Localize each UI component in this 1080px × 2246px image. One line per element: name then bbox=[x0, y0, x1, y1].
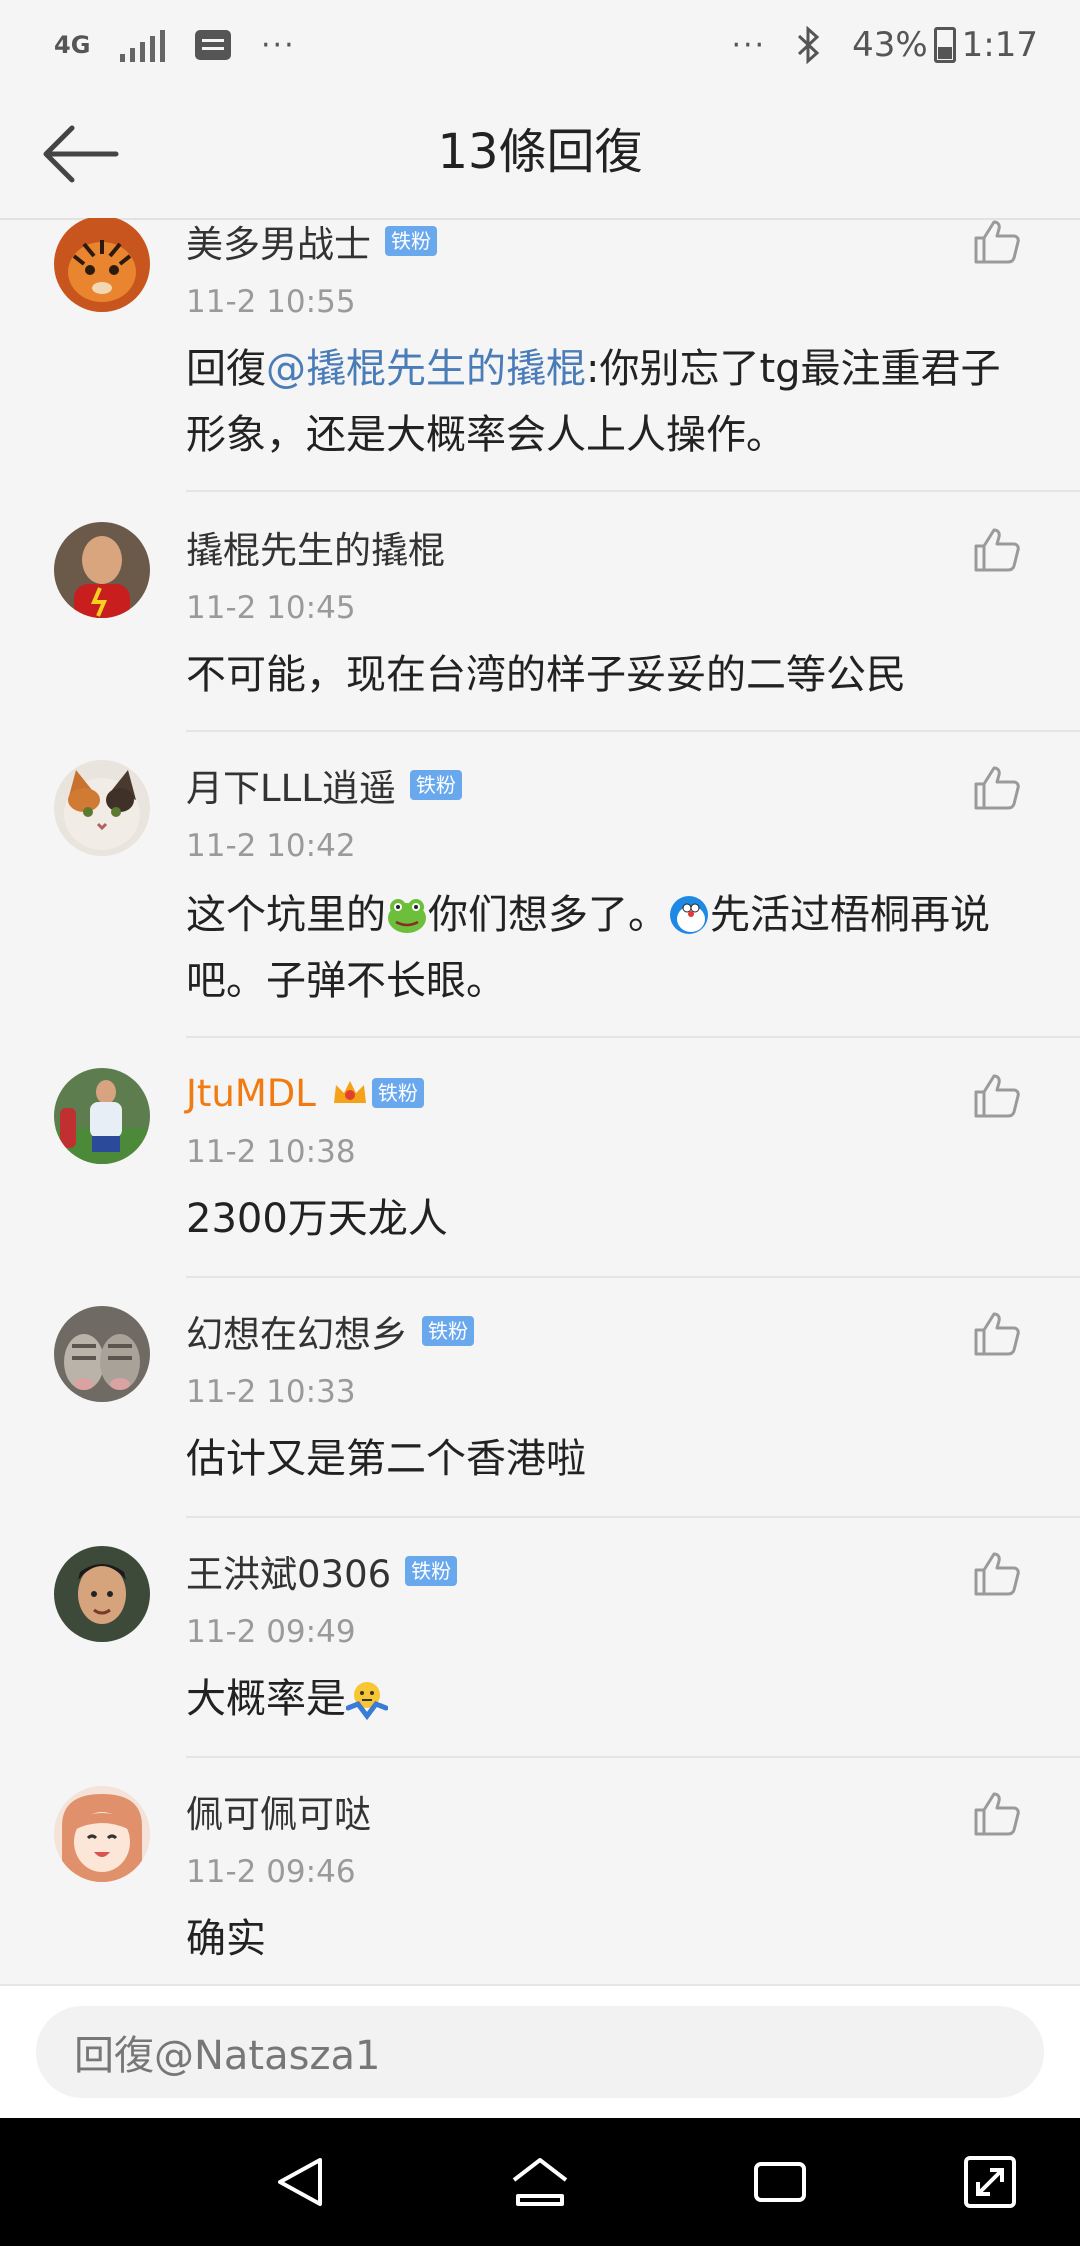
nav-home-button[interactable] bbox=[510, 2152, 570, 2212]
fan-badge: 铁粉 bbox=[422, 1316, 474, 1346]
like-button[interactable] bbox=[972, 1788, 1022, 1838]
clock: 1:17 bbox=[961, 25, 1038, 65]
status-bar: 4G ··· ··· 43% 1:17 bbox=[0, 0, 1080, 90]
username[interactable]: 佩可佩可哒 bbox=[186, 1784, 371, 1838]
comment-text: 估计又是第二个香港啦 bbox=[186, 1436, 586, 1482]
like-button[interactable] bbox=[972, 1070, 1022, 1120]
status-left: 4G ··· bbox=[54, 28, 296, 63]
fan-badge: 铁粉 bbox=[409, 770, 462, 800]
like-button[interactable] bbox=[972, 1548, 1022, 1598]
username[interactable]: 美多男战士 bbox=[186, 218, 371, 268]
thumbs-up-icon bbox=[974, 528, 1020, 572]
more-notifications-icon: ··· bbox=[261, 27, 296, 63]
timestamp: 11-2 10:33 bbox=[186, 1374, 356, 1410]
battery-icon bbox=[933, 27, 956, 63]
avatar[interactable] bbox=[54, 760, 150, 856]
timestamp: 11-2 10:55 bbox=[186, 284, 356, 320]
username-row: 撬棍先生的撬棍 bbox=[186, 522, 445, 572]
thumbs-up-icon bbox=[974, 1792, 1020, 1836]
comment-item[interactable]: 幻想在幻想乡 铁粉 11-2 10:33 估计又是第二个香港啦 bbox=[0, 1278, 1080, 1518]
page-title: 13條回復 bbox=[437, 124, 643, 180]
nav-home-icon bbox=[512, 2158, 568, 2206]
thumbs-up-icon bbox=[974, 220, 1020, 264]
comment-item[interactable]: 美多男战士 铁粉 11-2 10:55 回復@撬棍先生的撬棍:你别忘了tg最注重… bbox=[0, 218, 1080, 492]
comment-body-part: 你们想多了。 bbox=[428, 892, 668, 938]
expand-screen-icon bbox=[964, 2156, 1016, 2208]
fan-badge: 铁粉 bbox=[385, 226, 437, 256]
shrug-emoji-icon bbox=[346, 1682, 388, 1720]
fan-badge: 铁粉 bbox=[371, 1078, 424, 1108]
timestamp: 11-2 10:42 bbox=[186, 828, 356, 864]
network-type: 4G bbox=[54, 31, 91, 59]
avatar[interactable] bbox=[54, 1068, 150, 1164]
timestamp: 11-2 10:38 bbox=[186, 1134, 356, 1170]
timestamp: 11-2 10:45 bbox=[186, 590, 356, 626]
username-row: 佩可佩可哒 bbox=[186, 1786, 371, 1836]
comment-text: 大概率是 bbox=[186, 1666, 1016, 1732]
nav-back-button[interactable] bbox=[272, 2152, 332, 2212]
avatar[interactable] bbox=[54, 1306, 150, 1402]
comment-body-part: 这个坑里的 bbox=[186, 892, 386, 938]
timestamp: 11-2 09:49 bbox=[186, 1614, 356, 1650]
reply-bar: 回復@Natasza1 bbox=[0, 1984, 1080, 2120]
comment-item[interactable]: JtuMDL 铁粉 11-2 10:38 2300万天龙人 bbox=[0, 1038, 1080, 1278]
comment-text: 2300万天龙人 bbox=[186, 1196, 448, 1242]
thumbs-up-icon bbox=[974, 1552, 1020, 1596]
message-notification-icon bbox=[195, 30, 231, 60]
nav-recents-button[interactable] bbox=[750, 2152, 810, 2212]
like-button[interactable] bbox=[972, 1308, 1022, 1358]
username[interactable]: JtuMDL bbox=[186, 1072, 316, 1115]
signal-icon bbox=[120, 28, 165, 62]
comment-list[interactable]: 美多男战士 铁粉 11-2 10:55 回復@撬棍先生的撬棍:你别忘了tg最注重… bbox=[0, 218, 1080, 1984]
fan-badge: 铁粉 bbox=[405, 1556, 458, 1586]
comment-text: 确实 bbox=[186, 1916, 266, 1962]
comment-item[interactable]: 佩可佩可哒 11-2 09:46 确实 bbox=[0, 1758, 1080, 1984]
mention-link[interactable]: @撬棍先生的撬棍 bbox=[266, 346, 586, 392]
avatar[interactable] bbox=[54, 522, 150, 618]
username-row: JtuMDL 铁粉 bbox=[186, 1068, 424, 1118]
status-right: ··· 43% 1:17 bbox=[731, 25, 1038, 65]
reply-prefix: 回復 bbox=[186, 346, 266, 392]
comment-item[interactable]: 王洪斌0306 铁粉 11-2 09:49 大概率是 bbox=[0, 1518, 1080, 1758]
username-row: 月下LLL逍遥 铁粉 bbox=[186, 760, 462, 810]
username[interactable]: 幻想在幻想乡 bbox=[186, 1304, 408, 1358]
battery-status: 43% 1:17 bbox=[852, 25, 1038, 65]
header: 13條回復 bbox=[0, 90, 1080, 220]
username[interactable]: 撬棍先生的撬棍 bbox=[186, 520, 445, 574]
frog-emoji-icon bbox=[388, 899, 426, 933]
comment-item[interactable]: 月下LLL逍遥 铁粉 11-2 10:42 这个坑里的 你们想多了。 先活过梧桐再说… bbox=[0, 732, 1080, 1038]
thumbs-up-icon bbox=[974, 1074, 1020, 1118]
avatar[interactable] bbox=[54, 1546, 150, 1642]
username-row: 王洪斌0306 铁粉 bbox=[186, 1544, 458, 1598]
battery-percent: 43% bbox=[852, 25, 928, 65]
doraemon-emoji-icon bbox=[670, 896, 708, 934]
comment-text: 回復@撬棍先生的撬棍:你别忘了tg最注重君子形象，还是大概率会人上人操作。 bbox=[186, 336, 1016, 468]
bluetooth-icon bbox=[798, 26, 820, 64]
crown-icon bbox=[333, 1081, 366, 1103]
avatar[interactable] bbox=[54, 218, 150, 312]
reply-input[interactable]: 回復@Natasza1 bbox=[36, 2006, 1044, 2098]
more-status-icon: ··· bbox=[731, 27, 767, 63]
comment-text: 不可能，现在台湾的样子妥妥的二等公民 bbox=[186, 652, 906, 698]
username[interactable]: 王洪斌0306 bbox=[186, 1544, 391, 1598]
system-nav-bar bbox=[0, 2118, 1080, 2246]
username-row: 幻想在幻想乡 铁粉 bbox=[186, 1306, 474, 1356]
avatar[interactable] bbox=[54, 1786, 150, 1882]
thumbs-up-icon bbox=[974, 1312, 1020, 1356]
comment-text: 这个坑里的 你们想多了。 先活过梧桐再说吧。子弹不长眼。 bbox=[186, 882, 1016, 1014]
comment-item[interactable]: 撬棍先生的撬棍 11-2 10:45 不可能，现在台湾的样子妥妥的二等公民 bbox=[0, 492, 1080, 732]
nav-expand-button[interactable] bbox=[960, 2152, 1020, 2212]
like-button[interactable] bbox=[972, 218, 1022, 266]
username[interactable]: 月下LLL逍遥 bbox=[186, 758, 396, 812]
comment-body: 大概率是 bbox=[186, 1676, 346, 1722]
nav-recents-icon bbox=[754, 2162, 806, 2202]
username-row: 美多男战士 铁粉 bbox=[186, 218, 437, 266]
like-button[interactable] bbox=[972, 762, 1022, 812]
thumbs-up-icon bbox=[974, 766, 1020, 810]
like-button[interactable] bbox=[972, 524, 1022, 574]
nav-back-icon bbox=[278, 2158, 322, 2206]
timestamp: 11-2 09:46 bbox=[186, 1854, 356, 1890]
